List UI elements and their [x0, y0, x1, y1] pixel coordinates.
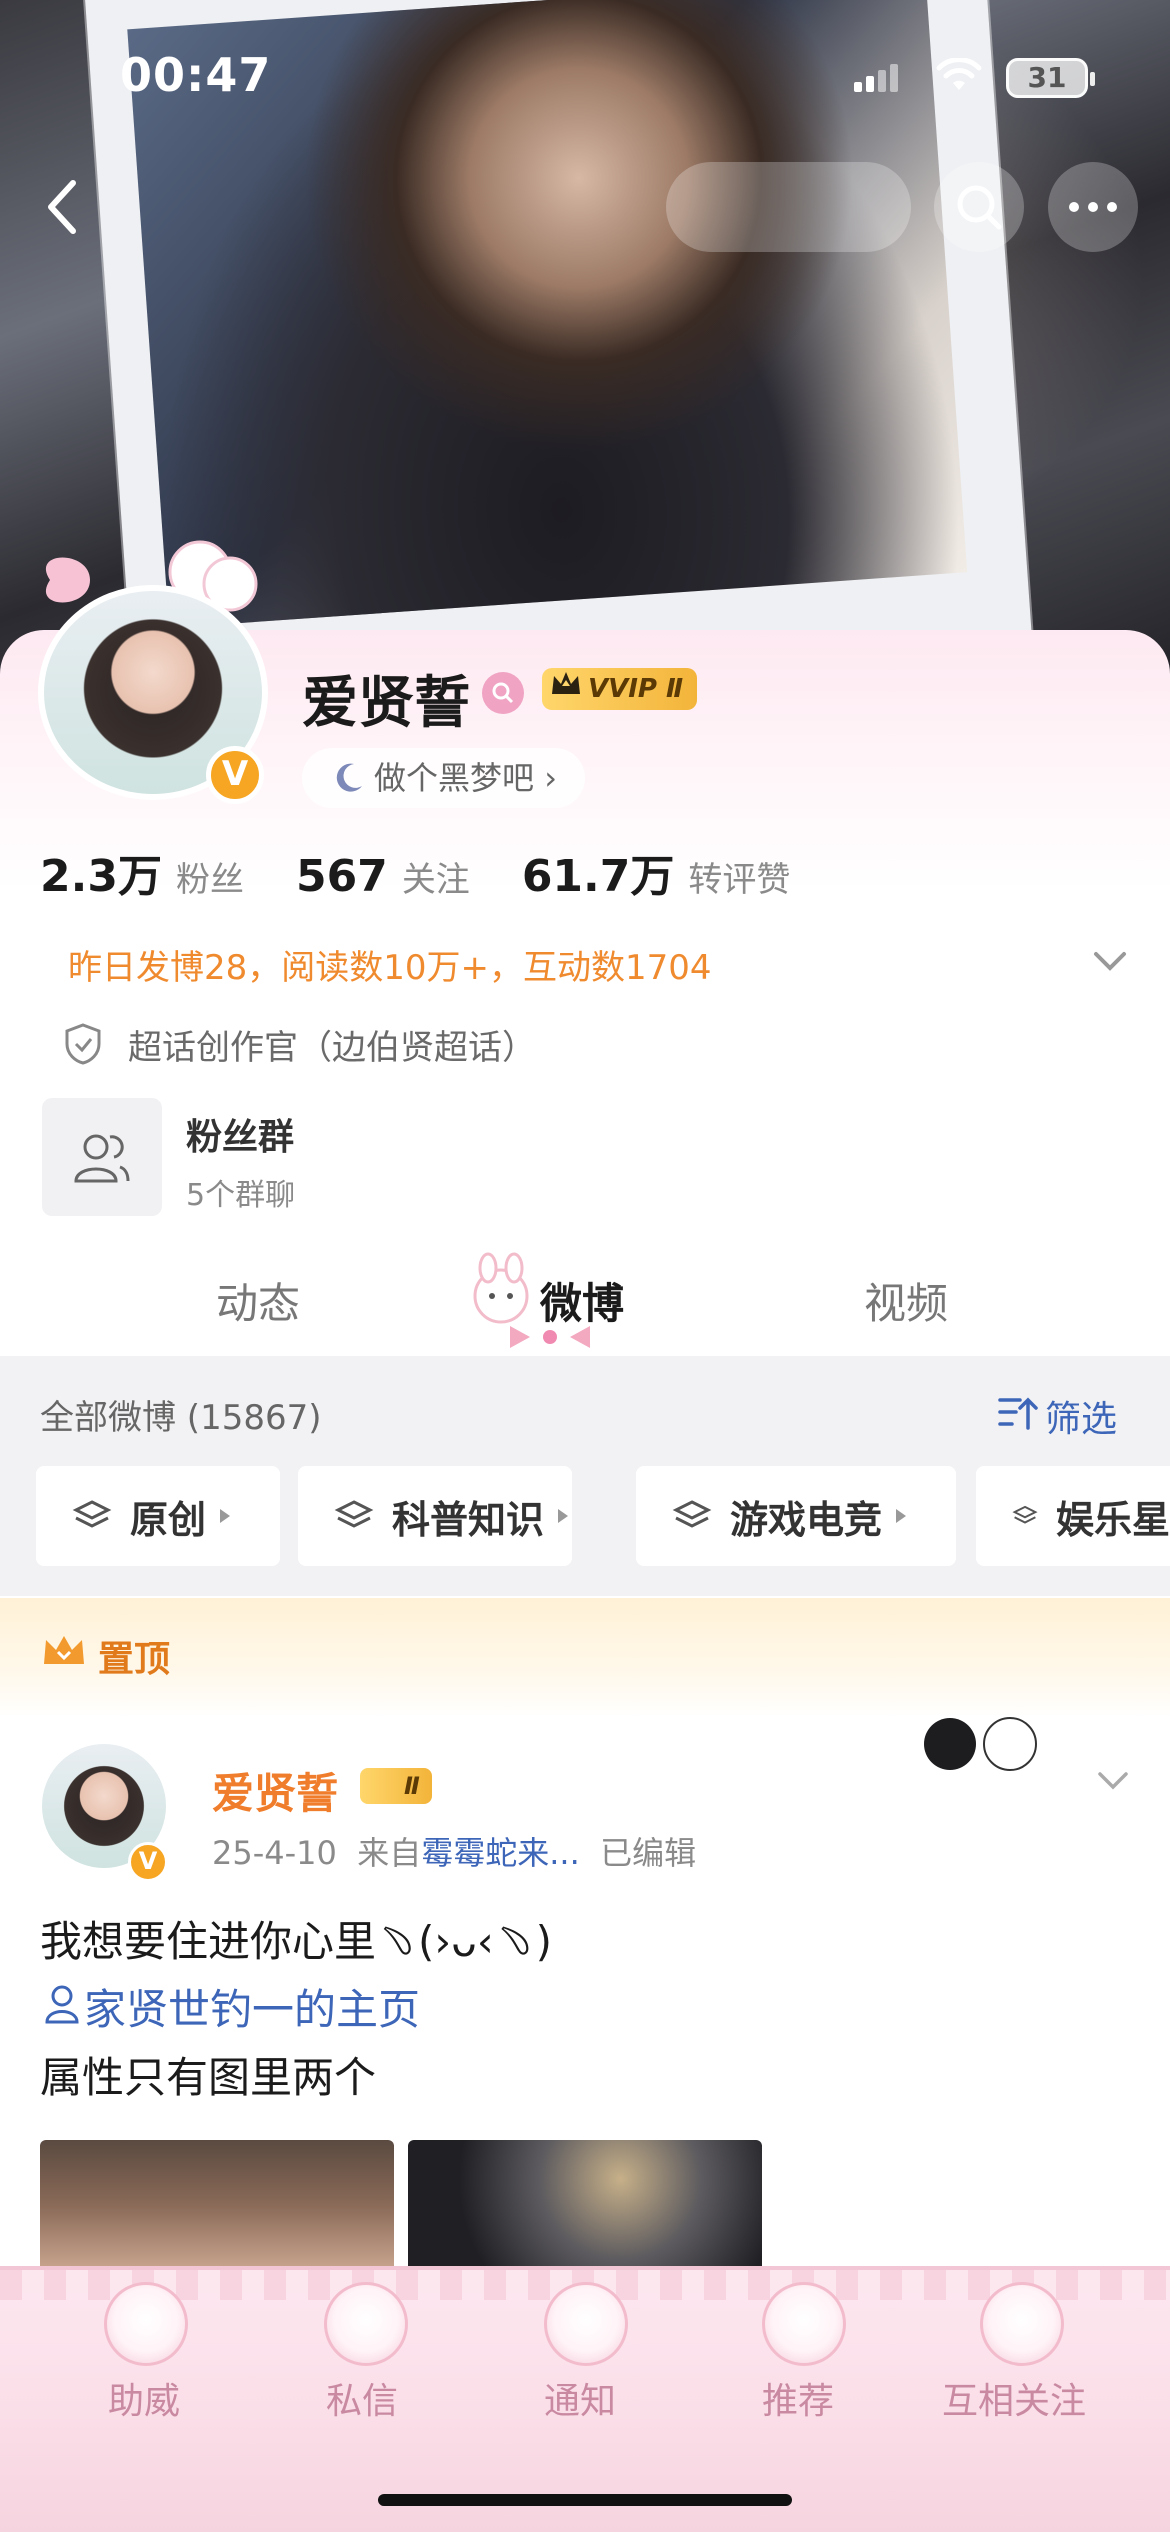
more-button[interactable]: [1048, 162, 1138, 252]
bottom-nav-cheer[interactable]: 助威: [108, 2372, 180, 2424]
moon-icon: [336, 763, 362, 792]
chip-label: 娱乐星: [1055, 1497, 1170, 1542]
chip-label: 游戏电竞: [730, 1497, 883, 1542]
chip-gaming[interactable]: 游戏电竞: [636, 1466, 956, 1566]
stat-label: 粉丝: [175, 860, 244, 900]
back-button[interactable]: [16, 162, 106, 252]
post-author-name[interactable]: 爱贤誓: [212, 1760, 338, 1821]
super-topic-title[interactable]: 超话创作官（边伯贤超话）: [128, 1020, 536, 1069]
fan-group-count: 5个群聊: [186, 1178, 296, 1213]
post-edited: 已编辑: [600, 1834, 697, 1872]
filter-icon[interactable]: [996, 1392, 1038, 1434]
layers-icon: [334, 1500, 374, 1528]
layers-icon: [672, 1500, 712, 1528]
mood-status-text: 做个黑梦吧: [374, 759, 535, 797]
search-icon: [957, 185, 1002, 230]
shield-icon: [65, 1023, 101, 1065]
user-icon: [45, 1985, 79, 2024]
verified-badge: V: [128, 1842, 168, 1882]
bunny-decoration-icon: [762, 2282, 846, 2366]
chip-label: 原创: [130, 1497, 207, 1542]
tab-dynamics[interactable]: 动态: [216, 1270, 300, 1331]
status-time: 00:47: [120, 48, 272, 102]
stat-followers[interactable]: 2.3万 粉丝: [40, 840, 244, 904]
post-meta: 25-4-10 来自霉霉蛇来... 已编辑: [212, 1828, 696, 1874]
bunny-decoration-icon: [104, 2282, 188, 2366]
activity-summary: 昨日发博28，阅读数10万+，互动数1704: [68, 948, 712, 988]
post-image[interactable]: [40, 2140, 394, 2270]
chip-original[interactable]: 原创: [36, 1466, 280, 1566]
layers-icon: [1012, 1505, 1038, 1524]
crown-icon: [552, 672, 580, 694]
post-image[interactable]: [408, 2140, 762, 2270]
pinned-label: 置顶: [98, 1639, 171, 1680]
fan-group-title[interactable]: 粉丝群: [186, 1108, 294, 1160]
chevron-down-icon[interactable]: [1090, 944, 1130, 980]
header-pill[interactable]: [666, 162, 911, 252]
post-from: 来自: [357, 1834, 422, 1872]
wifi-icon: [936, 58, 982, 90]
bottom-nav-notify[interactable]: 通知: [544, 2372, 616, 2424]
verified-badge: V: [206, 746, 264, 804]
status-bar: 00:47 31: [0, 0, 1170, 150]
filter-button[interactable]: 筛选: [1045, 1390, 1117, 1442]
fan-group-icon-box[interactable]: [42, 1098, 162, 1216]
stat-likes[interactable]: 61.7万 转评赞: [522, 840, 791, 904]
bunny-decoration-icon: [980, 2282, 1064, 2366]
post-mention-link[interactable]: 家贤世钓一的主页: [84, 1976, 420, 2037]
bunny-decoration-icon: [324, 2282, 408, 2366]
group-icon: [74, 1134, 130, 1183]
chevron-down-icon[interactable]: [1094, 1764, 1132, 1798]
chip-entertainment[interactable]: 娱乐星: [976, 1466, 1170, 1566]
chip-label: 科普知识: [392, 1497, 545, 1542]
battery-indicator: 31: [1006, 58, 1095, 98]
stat-num: 61.7万: [521, 851, 675, 902]
stat-num: 567: [295, 851, 388, 902]
chevron-left-icon: [48, 180, 76, 234]
post-text-line: 属性只有图里两个: [40, 2053, 377, 2102]
chip-science[interactable]: 科普知识: [298, 1466, 572, 1566]
profile-stats: 2.3万 粉丝 567 关注 61.7万 转评赞: [40, 840, 842, 902]
tab-video[interactable]: 视频: [864, 1270, 948, 1331]
bunny-decoration-icon: [473, 1252, 529, 1324]
bottom-nav-message[interactable]: 私信: [326, 2372, 398, 2424]
caret-right-icon: [220, 1509, 231, 1523]
signal-icon: [854, 64, 898, 92]
bunny-decoration-icon: [544, 2282, 628, 2366]
female-gender-icon: [482, 672, 524, 714]
all-weibo-count: 全部微博 (15867): [40, 1398, 322, 1438]
post-text-line: 我想要住进你心里﹆(›ᴗ‹﹆): [40, 1917, 553, 1966]
caret-right-icon: [896, 1509, 907, 1523]
more-dots-icon: [1069, 202, 1117, 212]
stat-num: 2.3万: [40, 851, 162, 902]
post-vip-badge: Ⅱ: [360, 1768, 432, 1804]
stat-label: 关注: [401, 860, 470, 900]
crown-icon: [44, 1636, 84, 1664]
profile-username: 爱贤誓: [302, 671, 470, 736]
bottom-nav-mutual-follow[interactable]: 互相关注: [942, 2372, 1086, 2424]
bottom-nav-recommend[interactable]: 推荐: [762, 2372, 834, 2424]
layers-icon: [72, 1500, 112, 1528]
pet-sticker-icon: [924, 1717, 1037, 1771]
search-button[interactable]: [934, 162, 1024, 252]
stat-label: 转评赞: [688, 860, 791, 900]
caret-right-icon: [558, 1509, 569, 1523]
post-source[interactable]: 霉霉蛇来...: [421, 1834, 580, 1872]
post-date: 25-4-10: [212, 1834, 337, 1872]
stat-following[interactable]: 567 关注: [296, 851, 470, 902]
tab-bow-indicator-icon: [510, 1326, 590, 1348]
home-indicator[interactable]: [378, 2494, 792, 2506]
